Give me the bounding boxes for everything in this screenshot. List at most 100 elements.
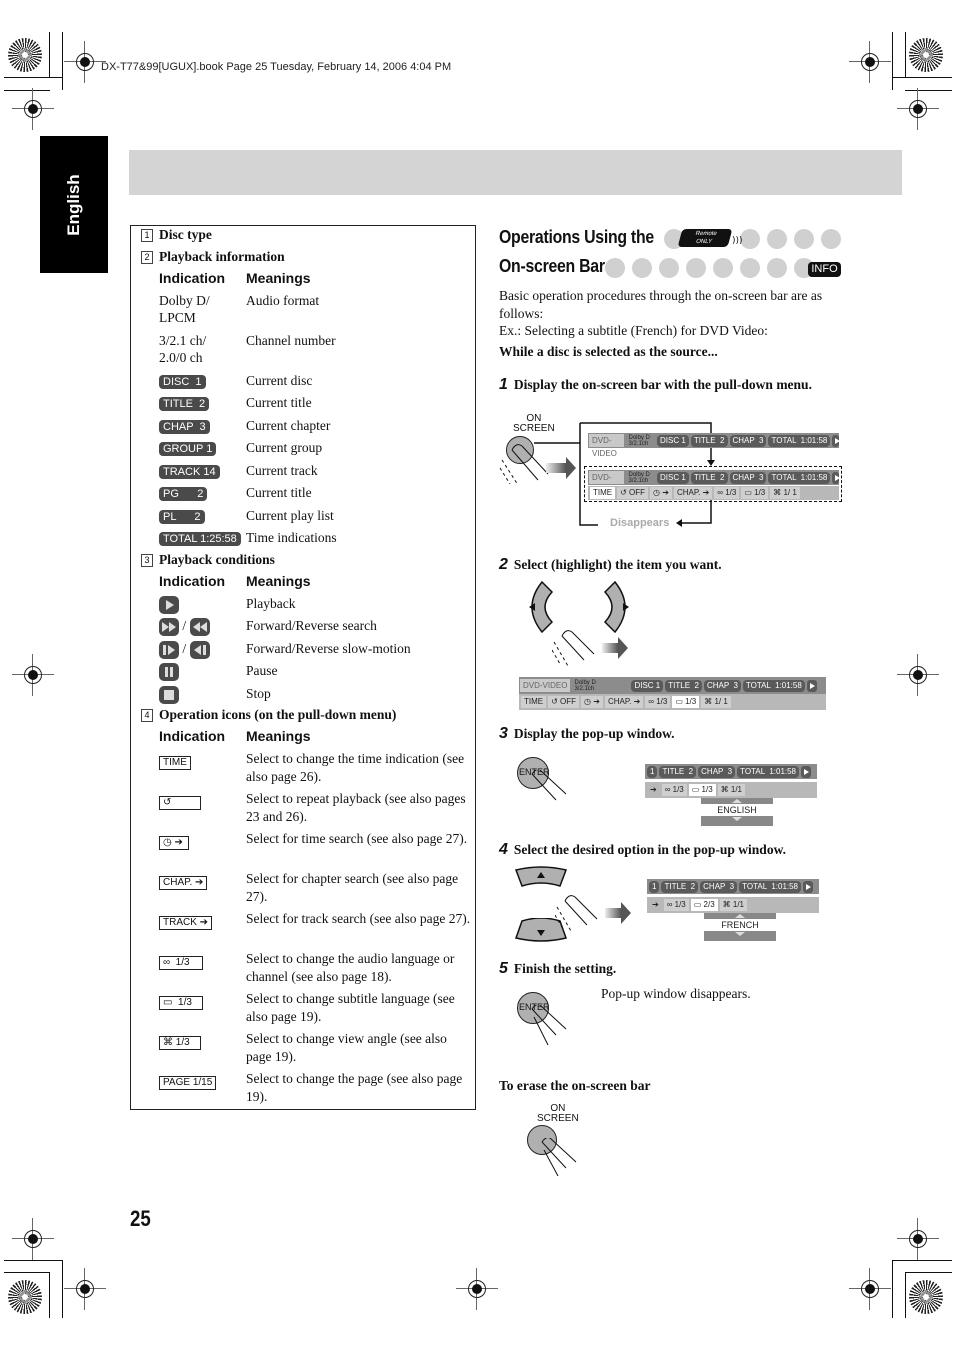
- osd-disc[interactable]: DISC 1: [657, 434, 689, 447]
- on-screen-button-label: ON SCREEN: [537, 1103, 579, 1124]
- chapter-search-item[interactable]: CHAP. ➔: [604, 696, 644, 708]
- popup-value[interactable]: ENGLISH: [701, 804, 773, 816]
- osd-chapter[interactable]: CHAP 3: [729, 434, 767, 447]
- subtitle-item[interactable]: ▭ 1/3: [672, 696, 700, 708]
- play-icon: [832, 434, 840, 447]
- arrow-icon: [602, 637, 628, 659]
- subtitle-item[interactable]: ▭ 1/3: [741, 487, 769, 499]
- indications-box: 1 Disc type 2 Playback information Indicat…: [130, 225, 476, 1110]
- crop-line: [905, 90, 952, 91]
- time-item[interactable]: TIME: [521, 696, 547, 708]
- meaning-cell: Time indications: [246, 530, 337, 545]
- repeat-item[interactable]: ↺ OFF: [617, 487, 649, 499]
- osd-disc[interactable]: DISC 1: [657, 471, 689, 484]
- meaning-cell: Select to repeat playback (see also page…: [246, 791, 466, 824]
- operation-icon: PAGE 1/15: [159, 1072, 217, 1090]
- col-meanings: Meanings: [246, 573, 311, 589]
- angle-item[interactable]: ⌘ 1/1: [717, 784, 745, 796]
- up-cursor-button[interactable]: [514, 866, 568, 890]
- operation-icon-label: ↺: [159, 796, 201, 810]
- left-cursor-button[interactable]: [520, 580, 555, 635]
- operation-icon: ▭ 1/3: [159, 992, 203, 1010]
- osd-disc[interactable]: DISC 1: [631, 679, 664, 692]
- condition-meaning: Playback: [246, 596, 296, 611]
- osd-total-time[interactable]: TOTAL 1:01:58: [739, 880, 802, 893]
- step-number: 2: [499, 556, 508, 573]
- osd-total-time[interactable]: TOTAL 1:01:58: [742, 679, 805, 692]
- meaning-cell: Current track: [246, 463, 318, 478]
- operation-icon-label: ⌘ 1/3: [159, 1036, 201, 1050]
- osd-audio-info: Dolby D 3/2.1ch: [628, 434, 650, 447]
- osd-title[interactable]: TITLE 2: [690, 434, 728, 447]
- title-deco-circle: [605, 258, 625, 278]
- osd-total-time[interactable]: TOTAL 1:01:58: [768, 434, 831, 447]
- registration-mark: [897, 1218, 939, 1260]
- popup-value[interactable]: FRENCH: [704, 919, 776, 931]
- osd-disc-type: DVD-VIDEO: [589, 471, 625, 495]
- indication-cell: CHAP 3: [159, 417, 210, 434]
- crop-line: [62, 1260, 63, 1318]
- registration-mark: [897, 654, 939, 696]
- condition-meaning: Pause: [246, 663, 278, 678]
- right-cursor-button[interactable]: [602, 580, 637, 635]
- meaning-cell: Channel number: [246, 333, 336, 348]
- osd-chapter[interactable]: CHAP 3: [698, 765, 736, 778]
- osd-title[interactable]: TITLE 2: [661, 880, 699, 893]
- osd-disc-type: DVD-VIDEO: [520, 679, 571, 692]
- language-tab: English: [40, 136, 108, 273]
- indication-pill: GROUP 1: [159, 442, 217, 456]
- indication-cell: PG 2: [159, 484, 208, 501]
- angle-item[interactable]: ⌘ 1/1: [719, 899, 747, 911]
- subtitle-item[interactable]: ▭ 2/3: [690, 899, 718, 911]
- print-starburst-mark: [8, 1280, 42, 1314]
- audio-item[interactable]: ∞ 1/3: [661, 784, 687, 796]
- chapter-search-item[interactable]: CHAP. ➔: [673, 487, 713, 499]
- col-meanings: Meanings: [246, 728, 311, 744]
- osd-disc: 1: [647, 765, 658, 778]
- crop-line: [49, 1272, 50, 1318]
- indication-pill: TRACK 14: [159, 465, 220, 479]
- slow-forward-reverse-icon: /: [159, 640, 210, 659]
- indication-pill: PL 2: [159, 510, 205, 524]
- condition-meaning: Forward/Reverse search: [246, 618, 377, 633]
- audio-item[interactable]: ∞ 1/3: [714, 487, 740, 499]
- audio-item[interactable]: ∞ 1/3: [645, 696, 671, 708]
- angle-item[interactable]: ⌘ 1/ 1: [770, 487, 800, 499]
- osd-chapter[interactable]: CHAP 3: [703, 679, 741, 692]
- step5-note: Pop-up window disappears.: [601, 986, 751, 1001]
- section-title: Operation icons (on the pull-down menu): [159, 707, 397, 722]
- meaning-cell: Current group: [246, 440, 323, 455]
- osd-total-time[interactable]: TOTAL 1:01:58: [737, 765, 800, 778]
- indication-pill: CHAP 3: [159, 420, 210, 434]
- arrow-icon: ➔: [652, 900, 659, 909]
- osd-title[interactable]: TITLE 2: [665, 679, 702, 692]
- time-search-item[interactable]: ◷ ➔: [650, 487, 672, 499]
- operation-icon-label: PAGE 1/15: [159, 1076, 217, 1090]
- crop-line: [4, 77, 63, 78]
- operation-icon: ↺: [159, 792, 201, 810]
- time-item[interactable]: TIME: [590, 487, 616, 499]
- col-indication: Indication: [159, 573, 226, 589]
- operation-icon-label: TRACK ➔: [159, 916, 213, 930]
- step-text: Display the pop-up window.: [513, 726, 675, 741]
- osd-pulldown-menu: TIME ↺ OFF ◷ ➔ CHAP. ➔ ∞ 1/3 ▭ 1/3 ⌘ 1/ 1: [588, 486, 839, 500]
- osd-title[interactable]: TITLE 2: [690, 471, 728, 484]
- crop-line: [892, 32, 893, 90]
- step-4: 4 Select the desired option in the pop-up…: [499, 841, 786, 859]
- section-number: 1: [141, 228, 153, 242]
- osd-title[interactable]: TITLE 2: [659, 765, 697, 778]
- angle-item[interactable]: ⌘ 1/ 1: [701, 696, 731, 708]
- operation-icon-label: ∞ 1/3: [159, 956, 203, 970]
- repeat-item[interactable]: ↺ OFF: [548, 696, 580, 708]
- subtitle-item[interactable]: ▭ 1/3: [688, 784, 716, 796]
- registration-mark: [12, 654, 54, 696]
- audio-item[interactable]: ∞ 1/3: [663, 899, 689, 911]
- time-search-item[interactable]: ◷ ➔: [581, 696, 603, 708]
- title-deco-circle: [713, 258, 733, 278]
- osd-total-time[interactable]: TOTAL 1:01:58: [768, 471, 831, 484]
- indication-cell: TRACK 14: [159, 462, 220, 479]
- up-arrow-icon: [735, 914, 745, 918]
- osd-chapter[interactable]: CHAP 3: [729, 471, 767, 484]
- osd-disc: 1: [649, 880, 660, 893]
- osd-chapter[interactable]: CHAP 3: [700, 880, 738, 893]
